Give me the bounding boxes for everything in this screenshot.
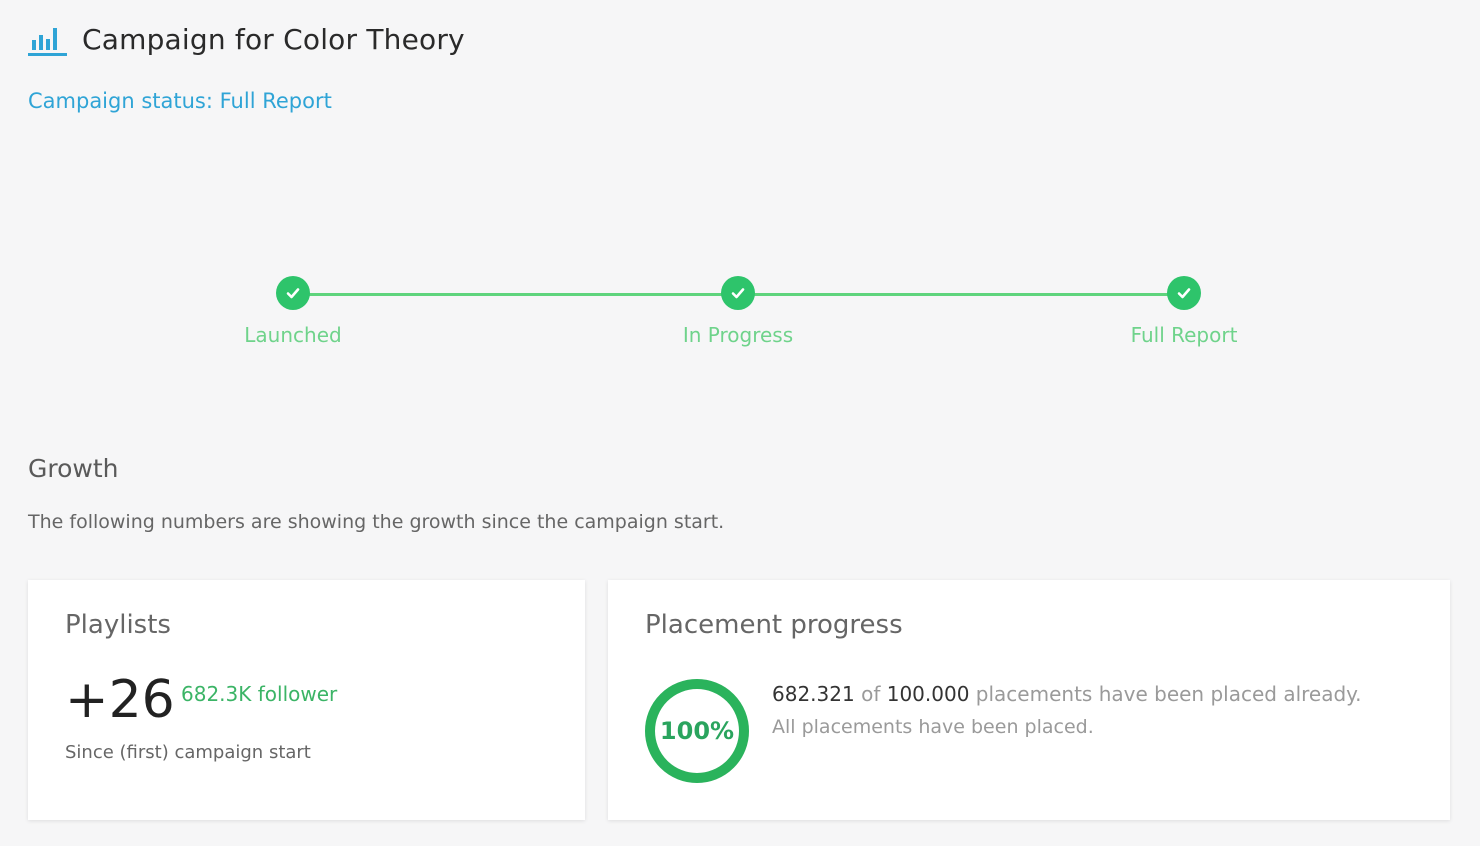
check-icon [721,276,755,310]
placement-suffix: placements have been placed already. [975,682,1362,706]
placement-status: All placements have been placed. [772,716,1094,738]
growth-heading: Growth [28,454,119,483]
step-in-progress: In Progress [638,276,838,347]
step-label: Launched [244,323,342,347]
card-title: Placement progress [645,610,903,640]
step-full-report: Full Report [1084,276,1284,347]
page-title: Campaign for Color Theory [82,22,465,56]
placement-summary: 682.321 of 100.000 placements have been … [772,682,1362,706]
campaign-stepper: Launched In Progress Full Report [0,276,1480,356]
progress-percent: 100% [659,717,735,745]
playlists-count: +26 [65,670,175,730]
playlists-card: Playlists +26 682.3K follower Since (fir… [28,580,585,820]
step-launched: Launched [193,276,393,347]
page-header: Campaign for Color Theory [28,20,465,58]
check-icon [276,276,310,310]
growth-description: The following numbers are showing the gr… [28,511,725,533]
of-word: of [861,682,881,706]
placed-count: 682.321 [772,682,855,706]
placement-card: Placement progress 100% 682.321 of 100.0… [608,580,1450,820]
step-label: Full Report [1130,323,1238,347]
total-count: 100.000 [886,682,970,706]
campaign-page: Campaign for Color Theory Campaign statu… [0,0,1480,846]
bar-chart-icon [28,28,67,56]
follower-count: 682.3K follower [181,682,338,706]
since-caption: Since (first) campaign start [65,742,311,763]
step-label: In Progress [682,323,794,347]
card-title: Playlists [65,610,171,640]
campaign-status-link[interactable]: Campaign status: Full Report [28,89,332,113]
check-icon [1167,276,1201,310]
